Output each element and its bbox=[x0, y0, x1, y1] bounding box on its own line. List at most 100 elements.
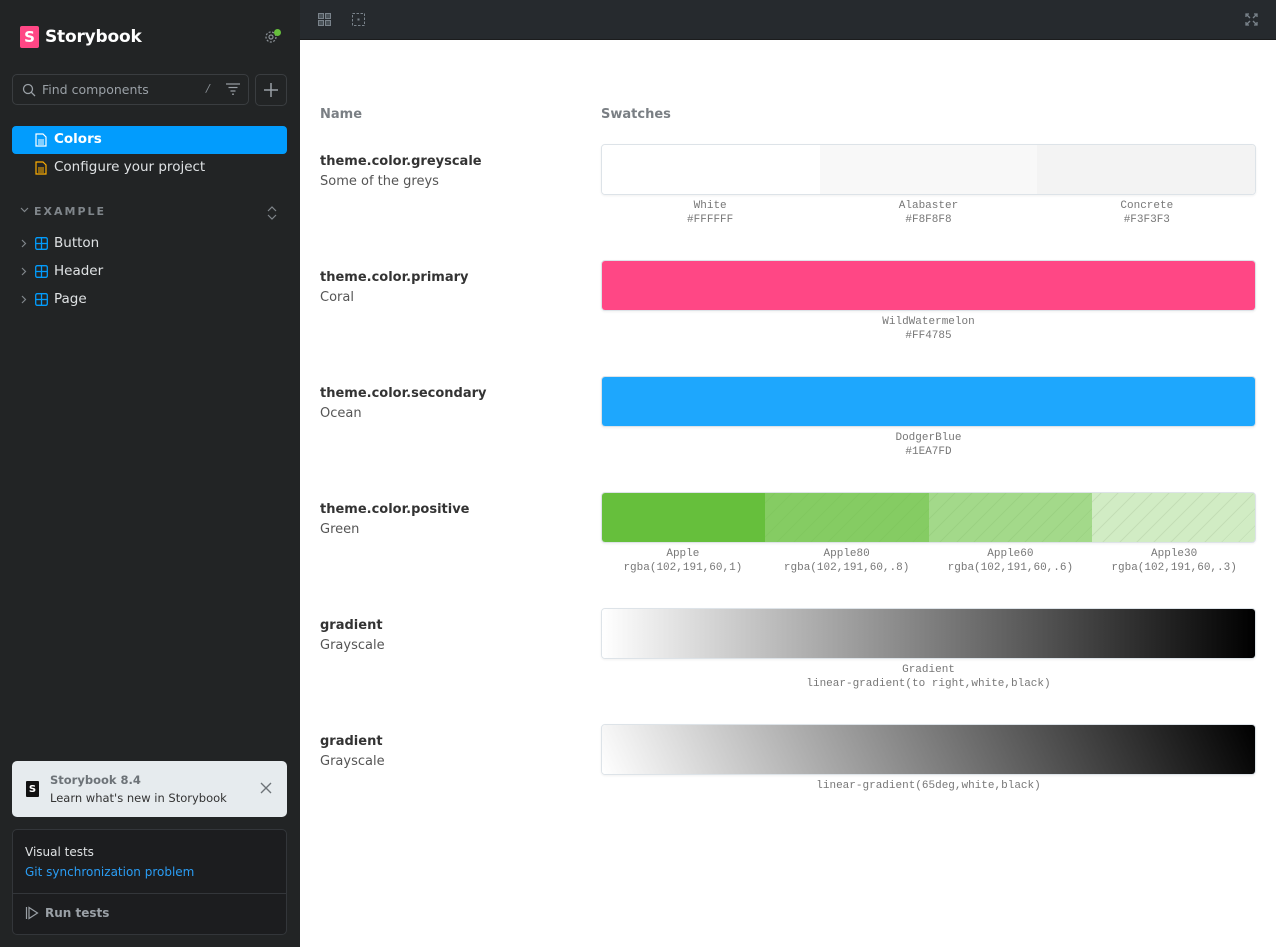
column-header-swatches: Swatches bbox=[601, 107, 671, 122]
color-row: theme.color.primary Coral WildWatermelon #F… bbox=[300, 260, 1276, 360]
swatch-name: White bbox=[693, 200, 727, 212]
status-dot bbox=[274, 29, 281, 36]
swatch-name: WildWatermelon bbox=[882, 316, 975, 328]
color-token-description: Ocean bbox=[320, 406, 362, 421]
storybook-logo-icon: S bbox=[20, 26, 39, 48]
tree-item-label: Button bbox=[54, 235, 100, 251]
swatch-strip bbox=[601, 376, 1256, 427]
tree-item-header[interactable]: Header bbox=[12, 259, 287, 285]
run-tests-label: Run tests bbox=[45, 906, 110, 920]
docs-content: Name Swatches theme.color.greyscale Some … bbox=[300, 40, 1276, 947]
play-icon bbox=[25, 906, 39, 920]
chevron-down-icon bbox=[20, 207, 29, 213]
swatch-strip bbox=[601, 144, 1256, 195]
sidebar-item-label: Configure your project bbox=[54, 159, 206, 175]
color-swatch bbox=[602, 725, 1255, 774]
swatch-label: Gradient linear-gradient(to right,white,b… bbox=[601, 663, 1256, 691]
document-icon bbox=[35, 133, 47, 147]
divider bbox=[13, 893, 286, 894]
visual-tests-panel: Visual tests Git synchronization problem… bbox=[12, 829, 287, 935]
color-token-name: theme.color.secondary bbox=[320, 386, 487, 401]
component-icon bbox=[35, 293, 48, 306]
color-swatch bbox=[928, 493, 1092, 542]
color-swatch bbox=[819, 145, 1038, 194]
swatch-name: Apple bbox=[666, 548, 700, 560]
chevron-right-icon bbox=[21, 295, 27, 304]
color-swatch bbox=[602, 493, 766, 542]
swatch-name: Gradient bbox=[902, 664, 955, 676]
close-icon[interactable] bbox=[260, 782, 272, 794]
chevron-right-icon bbox=[21, 239, 27, 248]
color-swatch bbox=[602, 377, 1255, 426]
color-swatch bbox=[1091, 493, 1255, 542]
color-token-name: theme.color.positive bbox=[320, 502, 470, 517]
app-name: Storybook bbox=[45, 27, 142, 47]
sidebar-item-configure[interactable]: Configure your project bbox=[12, 154, 287, 182]
color-row: gradient Grayscale linear-gradient(65deg,w… bbox=[300, 724, 1276, 824]
color-token-name: gradient bbox=[320, 618, 383, 633]
swatch-label: Alabaster #F8F8F8 bbox=[819, 199, 1037, 227]
color-token-description: Coral bbox=[320, 290, 354, 305]
color-row: theme.color.secondary Ocean DodgerBlue #1EA… bbox=[300, 376, 1276, 476]
group-example[interactable]: EXAMPLE bbox=[20, 205, 282, 221]
expand-collapse-icon[interactable] bbox=[266, 205, 278, 221]
swatch-value: #F3F3F3 bbox=[1123, 214, 1170, 226]
swatch-labels: Gradient linear-gradient(to right,white,b… bbox=[601, 663, 1256, 691]
swatch-label: Concrete #F3F3F3 bbox=[1038, 199, 1256, 227]
search-box[interactable]: / bbox=[12, 74, 249, 105]
tree-item-label: Header bbox=[54, 263, 104, 279]
visual-tests-title: Visual tests bbox=[25, 845, 94, 859]
group-label: EXAMPLE bbox=[34, 205, 107, 218]
add-button[interactable] bbox=[255, 74, 287, 106]
notice-subtitle: Learn what's new in Storybook bbox=[50, 791, 227, 805]
component-icon bbox=[35, 237, 48, 250]
color-row: theme.color.positive Green Apple rgba(102,1… bbox=[300, 492, 1276, 592]
swatch-value: rgba(102,191,60,.6) bbox=[947, 562, 1074, 574]
color-token-description: Green bbox=[320, 522, 360, 537]
swatch-value: rgba(102,191,60,.3) bbox=[1111, 562, 1237, 574]
filter-icon[interactable] bbox=[226, 83, 240, 95]
swatch-value: #F8F8F8 bbox=[905, 214, 952, 226]
swatch-labels: DodgerBlue #1EA7FD bbox=[601, 431, 1256, 459]
swatch-strip bbox=[601, 608, 1256, 659]
tree-item-page[interactable]: Page bbox=[12, 287, 287, 313]
storybook-logo-icon: S bbox=[26, 781, 39, 797]
swatch-value: #1EA7FD bbox=[905, 446, 952, 458]
swatch-strip bbox=[601, 492, 1256, 543]
sidebar-item-colors[interactable]: Colors bbox=[12, 126, 287, 154]
tree-item-button[interactable]: Button bbox=[12, 231, 287, 257]
color-swatch bbox=[602, 261, 1255, 310]
color-token-name: theme.color.primary bbox=[320, 270, 469, 285]
fullscreen-icon[interactable] bbox=[1245, 13, 1258, 26]
swatch-name: Alabaster bbox=[898, 200, 959, 212]
git-sync-problem-link[interactable]: Git synchronization problem bbox=[25, 865, 194, 879]
run-tests-button[interactable]: Run tests bbox=[25, 906, 109, 920]
swatch-name: Apple30 bbox=[1151, 548, 1198, 560]
component-icon bbox=[35, 265, 48, 278]
swatch-value: rgba(102,191,60,1) bbox=[623, 562, 743, 574]
storybook-logo[interactable]: S Storybook bbox=[20, 26, 142, 48]
column-header-name: Name bbox=[320, 107, 363, 122]
outline-icon[interactable] bbox=[352, 13, 365, 26]
color-token-description: Some of the greys bbox=[320, 174, 439, 189]
search-shortcut: / bbox=[206, 82, 210, 95]
toolbar bbox=[300, 0, 1276, 40]
swatch-label: Apple30 rgba(102,191,60,.3) bbox=[1092, 547, 1256, 575]
swatch-labels: Apple rgba(102,191,60,1) Apple80 rgba(102,1… bbox=[601, 547, 1256, 575]
swatch-label: Apple60 rgba(102,191,60,.6) bbox=[929, 547, 1093, 575]
swatch-value: #FF4785 bbox=[905, 330, 952, 342]
search-input[interactable] bbox=[42, 75, 202, 104]
color-swatch bbox=[765, 493, 929, 542]
notice-title: Storybook 8.4 bbox=[50, 773, 141, 787]
color-swatch bbox=[602, 609, 1255, 658]
swatch-name: Apple80 bbox=[823, 548, 870, 560]
swatch-strip bbox=[601, 260, 1256, 311]
color-token-name: theme.color.greyscale bbox=[320, 154, 482, 169]
color-token-description: Grayscale bbox=[320, 754, 385, 769]
color-token-name: gradient bbox=[320, 734, 383, 749]
swatch-name: Concrete bbox=[1120, 200, 1174, 212]
grid-icon[interactable] bbox=[318, 13, 331, 26]
whats-new-notice[interactable]: S Storybook 8.4 Learn what's new in Stor… bbox=[12, 761, 287, 817]
swatch-label: linear-gradient(65deg,white,black) bbox=[601, 779, 1256, 793]
search-icon bbox=[22, 83, 36, 97]
